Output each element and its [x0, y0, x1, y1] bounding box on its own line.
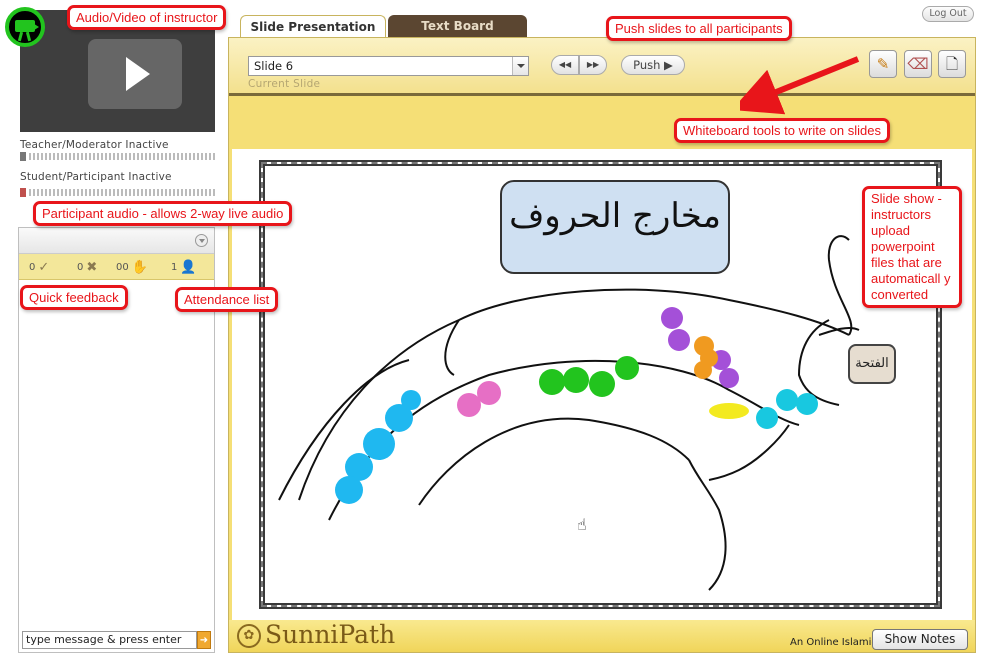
svg-text:☝: ☝ — [577, 515, 587, 534]
student-audio-meter[interactable] — [20, 188, 215, 197]
user-icon[interactable]: 👤 — [180, 260, 196, 275]
check-icon[interactable]: ✓ — [38, 260, 49, 275]
play-button[interactable] — [88, 39, 182, 109]
feedback-x[interactable]: 0 ✖ — [77, 260, 97, 275]
feedback-hand[interactable]: 00 ✋ — [116, 260, 148, 275]
logout-button[interactable]: Log Out — [922, 6, 974, 22]
callout-attendance: Attendance list — [175, 287, 279, 312]
slide-select[interactable]: Slide 6 — [248, 56, 529, 76]
panel-header — [19, 228, 214, 254]
lips-label: الفتحة — [848, 344, 896, 384]
feedback-check[interactable]: 0 ✓ — [29, 260, 49, 275]
send-arrow-icon[interactable]: ➜ — [197, 631, 211, 649]
current-slide-label: Current Slide — [248, 78, 321, 90]
raise-hand-icon[interactable]: ✋ — [132, 260, 148, 275]
callout-push: Push slides to all participants — [606, 16, 792, 41]
pencil-icon[interactable]: ✎ — [869, 50, 897, 78]
teacher-status: Teacher/Moderator Inactive — [20, 139, 169, 151]
feedback-bar: 0 ✓ 0 ✖ 00 ✋ 1 👤 — [19, 254, 214, 280]
prev-slide-button[interactable]: ◀◀ — [551, 55, 579, 75]
callout-feedback: Quick feedback — [20, 285, 128, 310]
callout-audio: Participant audio - allows 2-way live au… — [33, 201, 293, 226]
slide-title: مخارج الحروف — [509, 196, 721, 236]
brand-name: SunniPath — [265, 620, 396, 649]
camera-icon[interactable] — [5, 7, 45, 47]
student-status: Student/Participant Inactive — [20, 171, 172, 183]
callout-video: Audio/Video of instructor — [67, 5, 227, 30]
chevron-down-icon[interactable] — [195, 234, 208, 247]
logo-icon: ✿ — [237, 624, 261, 648]
callout-arrow — [740, 56, 860, 115]
show-notes-button[interactable]: Show Notes — [872, 629, 968, 650]
callout-slideshow: Slide show - instructors upload powerpoi… — [862, 186, 962, 308]
x-icon[interactable]: ✖ — [86, 260, 97, 275]
clear-page-icon[interactable]: 🗋 — [938, 50, 966, 78]
push-button[interactable]: Push ▶ — [621, 55, 685, 75]
tab-slide-presentation[interactable]: Slide Presentation — [240, 15, 386, 38]
eraser-icon[interactable]: ⌫ — [904, 50, 932, 78]
speaker-icon[interactable] — [20, 188, 26, 197]
chevron-down-icon[interactable] — [512, 57, 528, 75]
teacher-audio-meter — [20, 152, 215, 161]
speaker-icon — [20, 152, 26, 161]
tab-text-board[interactable]: Text Board — [388, 15, 527, 37]
tagline: An Online Islamic — [790, 637, 877, 648]
next-slide-button[interactable]: ▶▶ — [579, 55, 607, 75]
attendance-count[interactable]: 1 👤 — [171, 260, 197, 275]
chat-input[interactable]: type message & press enter — [22, 631, 197, 649]
callout-whiteboard: Whiteboard tools to write on slides — [674, 118, 890, 143]
